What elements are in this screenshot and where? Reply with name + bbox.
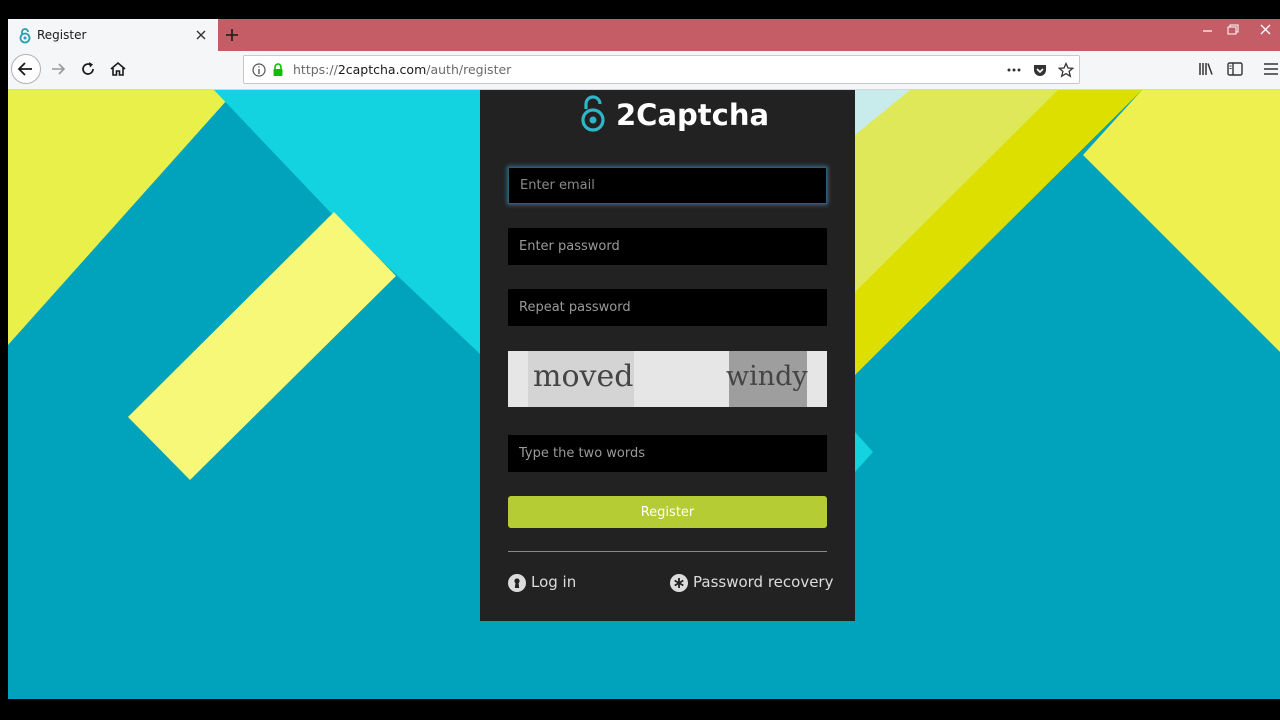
info-icon[interactable] <box>251 62 267 78</box>
url-domain: 2captcha.com <box>337 62 427 77</box>
tab-title: Register <box>37 28 87 42</box>
bookmark-star-icon[interactable] <box>1058 62 1074 78</box>
new-tab-icon[interactable] <box>224 27 240 43</box>
2captcha-lock-icon <box>19 28 31 44</box>
page-viewport: 2Captcha moved windy Register Lo <box>8 90 1280 699</box>
back-button[interactable] <box>11 54 41 84</box>
navigation-toolbar: https://2captcha.com/auth/register <box>8 51 1280 90</box>
url-text[interactable]: https://2captcha.com/auth/register <box>293 62 511 77</box>
repeat-password-field[interactable] <box>508 289 827 326</box>
brand-logo[interactable]: 2Captcha <box>578 93 778 137</box>
password-field[interactable] <box>508 228 827 265</box>
captcha-word: windy <box>726 361 808 392</box>
close-window-icon[interactable] <box>1256 22 1276 38</box>
asterisk-icon <box>670 574 688 592</box>
email-field[interactable] <box>508 167 827 204</box>
browser-window: Register https://2captcha.com/auth/regis… <box>8 19 1280 699</box>
minimize-icon[interactable] <box>1198 22 1218 38</box>
forward-icon[interactable] <box>49 60 67 78</box>
tab-strip: Register <box>8 19 1280 51</box>
captcha-word: moved <box>533 359 634 394</box>
url-scheme: https:// <box>293 62 338 77</box>
divider <box>508 551 827 552</box>
pocket-icon[interactable] <box>1032 62 1048 78</box>
password-recovery-link[interactable]: Password recovery <box>670 573 834 593</box>
restore-icon[interactable] <box>1223 22 1243 38</box>
url-path: /auth/register <box>426 62 512 77</box>
recovery-label: Password recovery <box>693 573 834 591</box>
menu-icon[interactable] <box>1262 60 1280 78</box>
login-link[interactable]: Log in <box>508 573 588 593</box>
home-icon[interactable] <box>109 60 127 78</box>
login-label: Log in <box>531 573 577 591</box>
logo-text: 2Captcha <box>616 98 770 132</box>
back-icon <box>17 62 32 76</box>
reload-icon[interactable] <box>79 60 97 78</box>
captcha-image: moved windy <box>508 351 827 407</box>
keyhole-icon <box>508 574 526 592</box>
address-bar[interactable]: https://2captcha.com/auth/register <box>243 55 1080 84</box>
lock-icon[interactable] <box>270 62 286 78</box>
2captcha-lock-icon <box>581 95 605 132</box>
register-panel: 2Captcha moved windy Register Lo <box>480 90 855 621</box>
register-button[interactable]: Register <box>508 496 827 528</box>
close-tab-icon[interactable] <box>194 28 208 42</box>
sidebar-icon[interactable] <box>1226 60 1244 78</box>
tab-register[interactable]: Register <box>8 19 218 51</box>
library-icon[interactable] <box>1197 60 1215 78</box>
more-icon[interactable] <box>1006 62 1022 78</box>
captcha-answer-field[interactable] <box>508 435 827 472</box>
